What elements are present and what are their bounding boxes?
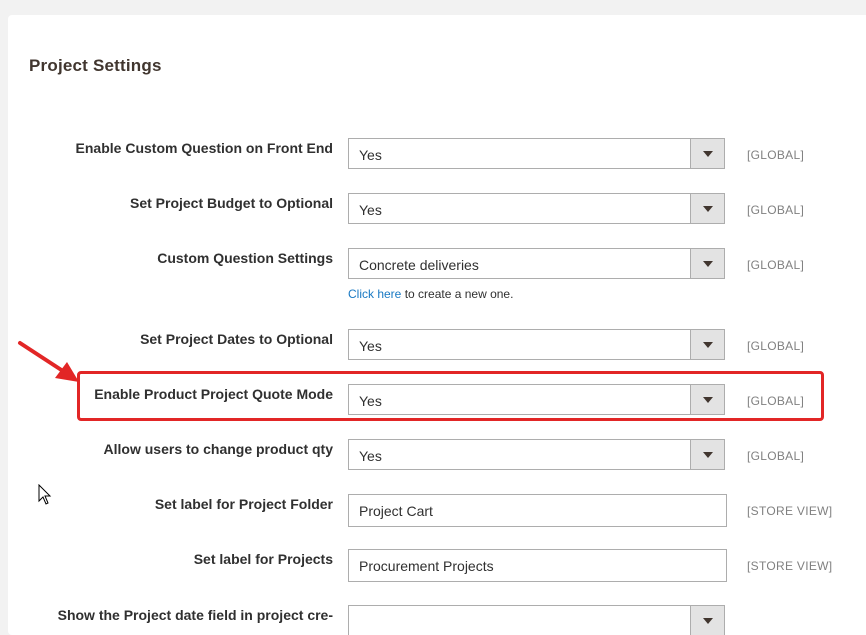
field-label: Set label for Projects [193, 551, 333, 567]
chevron-down-icon [703, 397, 713, 403]
scope-label: [GLOBAL] [747, 394, 805, 408]
field-row-product-quote-mode: Enable Product Project Quote Mode Yes [G… [8, 384, 866, 418]
chevron-down-icon [703, 206, 713, 212]
field-label: Enable Custom Question on Front End [75, 140, 333, 156]
project-folder-label-input[interactable] [348, 494, 727, 527]
select-value: Yes [359, 393, 382, 409]
change-product-qty-select[interactable]: Yes [348, 439, 725, 470]
select-value: Concrete deliveries [359, 257, 479, 273]
field-label: Custom Question Settings [157, 250, 333, 266]
project-settings-panel: Project Settings Enable Custom Question … [8, 15, 866, 635]
project-dates-optional-select[interactable]: Yes [348, 329, 725, 360]
dropdown-button[interactable] [690, 385, 724, 414]
field-label: Enable Product Project Quote Mode [94, 386, 333, 402]
scope-label: [STORE VIEW] [747, 504, 833, 518]
field-label: Set Project Dates to Optional [140, 331, 333, 347]
dropdown-button[interactable] [690, 194, 724, 223]
chevron-down-icon [703, 151, 713, 157]
field-row-project-folder-label: Set label for Project Folder [STORE VIEW… [8, 494, 866, 528]
enable-custom-question-select[interactable]: Yes [348, 138, 725, 169]
field-label: Set label for Project Folder [154, 496, 333, 512]
show-project-date-select[interactable] [348, 605, 725, 635]
chevron-down-icon [703, 618, 713, 624]
chevron-down-icon [703, 261, 713, 267]
create-new-note: Click here to create a new one. [348, 287, 513, 301]
field-row-custom-question-settings: Custom Question Settings Concrete delive… [8, 248, 866, 301]
field-label: Show the Project date field in project c… [57, 607, 333, 623]
scope-label: [STORE VIEW] [747, 559, 833, 573]
field-label: Allow users to change product qty [103, 441, 333, 457]
field-row-project-dates-optional: Set Project Dates to Optional Yes [GLOBA… [8, 329, 866, 363]
scope-label: [GLOBAL] [747, 449, 805, 463]
dropdown-button[interactable] [690, 330, 724, 359]
select-value: Yes [359, 448, 382, 464]
scope-label: [GLOBAL] [747, 148, 805, 162]
projects-label-input[interactable] [348, 549, 727, 582]
scope-label: [GLOBAL] [747, 258, 805, 272]
field-row-project-budget-optional: Set Project Budget to Optional Yes [GLOB… [8, 193, 866, 227]
field-row-projects-label: Set label for Projects [STORE VIEW] [8, 549, 866, 583]
scope-label: [GLOBAL] [747, 339, 805, 353]
dropdown-button[interactable] [690, 249, 724, 278]
chevron-down-icon [703, 452, 713, 458]
dropdown-button[interactable] [690, 440, 724, 469]
select-value: Yes [359, 202, 382, 218]
chevron-down-icon [703, 342, 713, 348]
section-title: Project Settings [29, 56, 162, 75]
project-budget-optional-select[interactable]: Yes [348, 193, 725, 224]
field-label: Set Project Budget to Optional [129, 195, 333, 211]
custom-question-settings-select[interactable]: Concrete deliveries [348, 248, 725, 279]
field-row-enable-custom-question: Enable Custom Question on Front End Yes … [8, 138, 866, 172]
dropdown-button[interactable] [690, 139, 724, 168]
select-value: Yes [359, 147, 382, 163]
field-row-show-project-date: Show the Project date field in project c… [8, 605, 866, 635]
click-here-link[interactable]: Click here [348, 287, 401, 301]
scope-label: [GLOBAL] [747, 203, 805, 217]
mouse-cursor-icon [38, 484, 52, 505]
note-text: to create a new one. [401, 287, 514, 301]
select-value: Yes [359, 338, 382, 354]
product-quote-mode-select[interactable]: Yes [348, 384, 725, 415]
field-row-change-product-qty: Allow users to change product qty Yes [G… [8, 439, 866, 473]
dropdown-button[interactable] [690, 606, 724, 635]
